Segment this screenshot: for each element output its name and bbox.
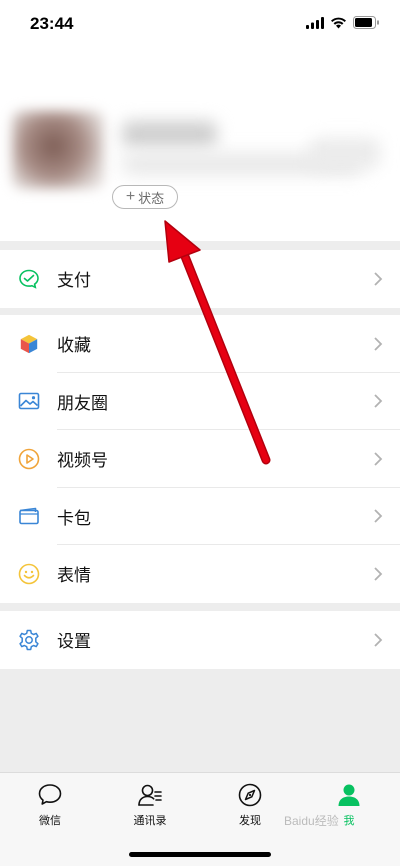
profile-header[interactable]: + 状态 bbox=[0, 46, 400, 241]
menu-group-settings: 设置 bbox=[0, 611, 400, 669]
menu-item-channels[interactable]: 视频号 bbox=[0, 430, 400, 488]
nickname-blurred bbox=[122, 121, 217, 147]
channels-play-icon bbox=[18, 448, 40, 470]
contacts-icon bbox=[138, 784, 162, 806]
menu-item-label: 表情 bbox=[57, 566, 91, 586]
chat-bubble-icon bbox=[38, 784, 62, 805]
menu-group-main: 收藏 朋友圈 视频号 卡包 表情 bbox=[0, 315, 400, 603]
menu-item-label: 设置 bbox=[57, 632, 91, 652]
sticker-smile-icon bbox=[18, 563, 40, 585]
menu-item-moments[interactable]: 朋友圈 bbox=[0, 373, 400, 430]
card-wallet-icon bbox=[19, 507, 39, 525]
status-time: 23:44 bbox=[30, 14, 74, 33]
avatar[interactable] bbox=[12, 111, 104, 189]
add-status-button[interactable]: + 状态 bbox=[112, 185, 178, 209]
tab-label: 发现 bbox=[239, 815, 261, 827]
tab-label: 微信 bbox=[39, 815, 61, 827]
menu-item-settings[interactable]: 设置 bbox=[0, 611, 400, 669]
wifi-icon bbox=[331, 17, 346, 28]
home-indicator bbox=[129, 852, 271, 857]
signal-icon bbox=[306, 16, 324, 29]
menu-item-label: 朋友圈 bbox=[57, 393, 108, 413]
chevron-right-icon bbox=[374, 337, 383, 351]
menu-item-label: 收藏 bbox=[57, 336, 91, 356]
tab-contacts[interactable]: 通讯录 bbox=[115, 781, 185, 828]
chevron-right-icon bbox=[374, 452, 383, 466]
menu-item-stickers[interactable]: 表情 bbox=[0, 545, 400, 603]
tab-discover[interactable]: 发现 bbox=[215, 781, 285, 828]
moments-picture-icon bbox=[18, 392, 40, 410]
me-person-icon bbox=[338, 784, 360, 806]
menu-item-label: 卡包 bbox=[57, 508, 91, 528]
menu-group-pay: 支付 bbox=[0, 250, 400, 308]
chevron-right-icon bbox=[374, 394, 383, 408]
menu-item-label: 视频号 bbox=[57, 451, 108, 471]
watermark: Baidu经验 bbox=[284, 814, 339, 828]
status-bar: 23:44 bbox=[0, 0, 400, 46]
favorites-cube-icon bbox=[20, 333, 38, 354]
battery-icon bbox=[353, 16, 379, 29]
pay-icon bbox=[19, 269, 39, 289]
qr-code-blurred[interactable] bbox=[310, 138, 380, 168]
status-icons bbox=[306, 16, 380, 29]
chevron-right-icon bbox=[374, 509, 383, 523]
settings-gear-icon bbox=[19, 629, 39, 650]
chevron-right-icon bbox=[374, 272, 383, 286]
menu-item-favorites[interactable]: 收藏 bbox=[0, 315, 400, 373]
status-button-label: 状态 bbox=[138, 190, 165, 206]
tab-label: 通讯录 bbox=[133, 815, 167, 827]
chevron-right-icon bbox=[374, 633, 383, 647]
plus-icon: + bbox=[125, 188, 136, 205]
discover-compass-icon bbox=[238, 783, 262, 807]
chevron-right-icon bbox=[374, 567, 383, 581]
menu-item-pay[interactable]: 支付 bbox=[0, 250, 400, 308]
menu-item-label: 支付 bbox=[57, 271, 91, 291]
menu-item-cards[interactable]: 卡包 bbox=[0, 488, 400, 545]
tab-chats[interactable]: 微信 bbox=[15, 781, 85, 828]
